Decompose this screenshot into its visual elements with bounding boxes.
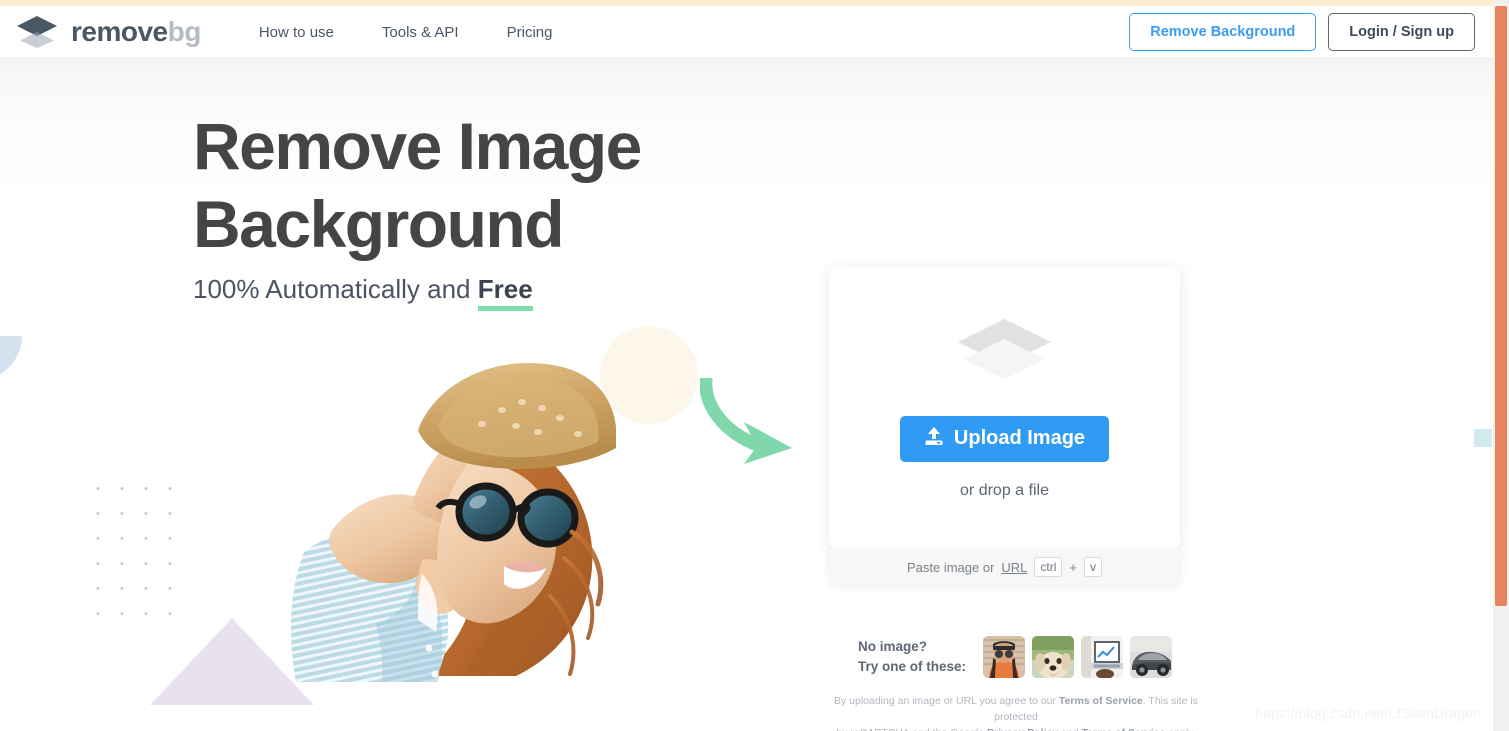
terms-of-service-link-1[interactable]: Terms of Service <box>1059 695 1143 707</box>
legal-line-2: by reCAPTCHA and the Google Privacy Poli… <box>820 726 1212 731</box>
header-actions: Remove Background Login / Sign up <box>1129 13 1475 51</box>
sample-thumb-car[interactable] <box>1130 636 1173 678</box>
upload-arrow-icon <box>924 426 944 452</box>
sample-label-line-2: Try one of these: <box>858 659 967 674</box>
nav-pricing[interactable]: Pricing <box>507 24 553 41</box>
blue-square-decoration <box>1474 429 1492 447</box>
hero-subtitle-prefix: 100% Automatically and <box>193 274 478 304</box>
drop-file-label: or drop a file <box>960 481 1049 499</box>
sample-label-line-1: No image? <box>858 639 928 655</box>
hero-subtitle-free: Free <box>477 274 533 311</box>
brand-wordmark: removebg <box>71 18 201 46</box>
privacy-policy-link[interactable]: Privacy Policy <box>987 727 1058 731</box>
key-v[interactable]: v <box>1084 557 1103 577</box>
hero-title-line-1: Remove Image <box>193 109 642 183</box>
legal-line-2-a: by reCAPTCHA and the Google <box>836 727 987 731</box>
sample-thumb-dog[interactable] <box>1032 636 1075 678</box>
sample-thumb-woman[interactable] <box>983 636 1026 678</box>
vertical-scrollbar-thumb[interactable] <box>1495 6 1507 606</box>
key-plus-separator: + <box>1069 559 1078 575</box>
layers-stack-icon <box>956 317 1053 386</box>
vertical-scrollbar-track[interactable] <box>1493 0 1509 731</box>
legal-line-2-mid: and <box>1058 727 1081 731</box>
watermark-text: https://blog.csdn.net/LfSeanDragon <box>1255 705 1482 721</box>
sample-images-section: No image? Try one of these: <box>858 636 1173 678</box>
site-header: removebg How to use Tools & API Pricing … <box>0 6 1493 59</box>
paste-bar: Paste image or URL ctrl + v <box>829 549 1180 585</box>
nav-how-to-use[interactable]: How to use <box>259 24 334 41</box>
key-ctrl[interactable]: ctrl <box>1034 557 1063 577</box>
nav-tools-api[interactable]: Tools & API <box>382 24 459 41</box>
hero-subtitle: 100% Automatically and Free <box>193 274 533 311</box>
hero-title: Remove Image Background <box>193 108 813 264</box>
remove-background-button[interactable]: Remove Background <box>1129 13 1317 51</box>
sample-images-label: No image? Try one of these: <box>858 637 966 676</box>
terms-of-service-link-2[interactable]: Terms of Service <box>1082 727 1166 731</box>
sample-thumb-laptop[interactable] <box>1081 636 1124 678</box>
hero-title-line-2: Background <box>193 186 565 261</box>
legal-line-1: By uploading an image or URL you agree t… <box>820 694 1212 726</box>
upload-image-button-label: Upload Image <box>953 427 1086 449</box>
hero-photo <box>186 352 616 682</box>
page-root: removebg How to use Tools & API Pricing … <box>0 0 1509 731</box>
paste-url-link[interactable]: URL <box>1001 560 1027 575</box>
legal-disclaimer: By uploading an image or URL you agree t… <box>820 694 1212 731</box>
legal-line-2-b: apply. <box>1165 727 1195 731</box>
sample-thumbnail-list <box>983 636 1173 678</box>
brand-word-bg: bg <box>167 16 202 47</box>
main-navigation: How to use Tools & API Pricing <box>259 24 553 41</box>
layers-diamond-icon <box>16 15 58 49</box>
dot-grid-decoration <box>84 474 190 626</box>
brand-logo[interactable]: removebg <box>16 15 201 49</box>
upload-card[interactable]: Upload Image or drop a file <box>829 267 1180 549</box>
login-signup-button[interactable]: Login / Sign up <box>1328 13 1475 51</box>
paste-label: Paste image or <box>906 559 995 575</box>
legal-line-1-a: By uploading an image or URL you agree t… <box>833 695 1059 707</box>
upload-image-button[interactable]: Upload Image <box>899 415 1110 462</box>
brand-word-remove: remove <box>71 16 168 47</box>
top-progress-bar <box>0 0 1493 6</box>
green-curved-arrow-icon <box>699 373 800 473</box>
